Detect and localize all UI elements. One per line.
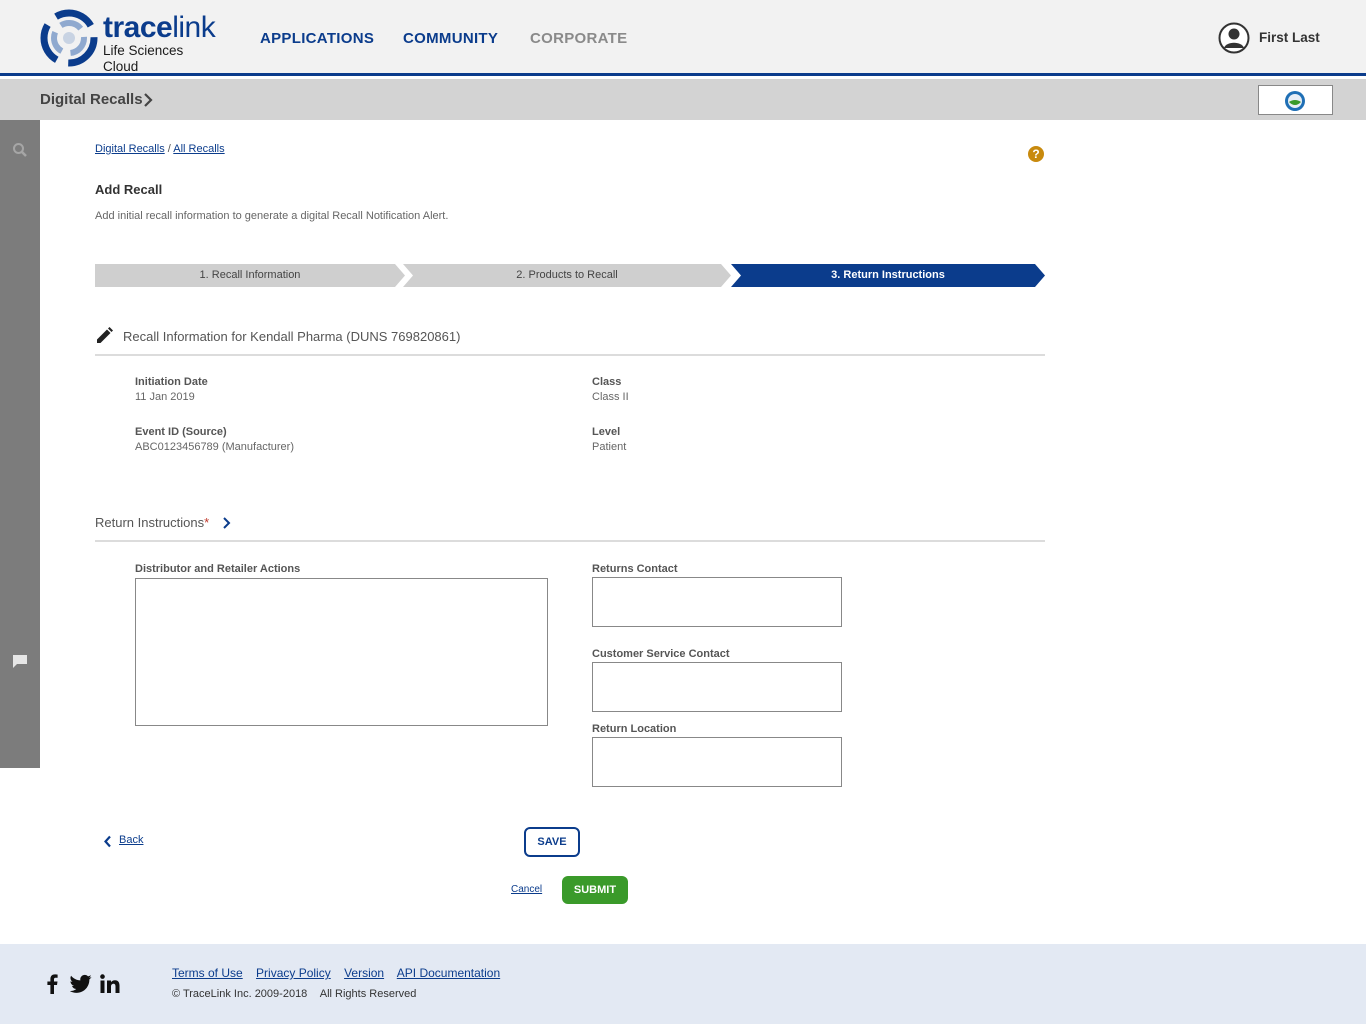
terms-of-use-link[interactable]: Terms of Use <box>172 966 243 980</box>
initiation-date-value: 11 Jan 2019 <box>135 391 195 403</box>
return-location-label: Return Location <box>592 723 677 735</box>
app-title[interactable]: Digital Recalls <box>40 91 143 108</box>
initiation-date-label: Initiation Date <box>135 376 208 388</box>
page-description: Add initial recall information to genera… <box>95 210 449 222</box>
level-value: Patient <box>592 441 627 453</box>
linkedin-icon[interactable] <box>100 974 120 994</box>
event-id-label: Event ID (Source) <box>135 426 227 438</box>
step-products-to-recall[interactable]: 2. Products to Recall <box>403 264 731 287</box>
breadcrumb: Digital Recalls / All Recalls <box>95 143 225 155</box>
customer-service-contact-input[interactable] <box>592 662 842 712</box>
footer: Terms of Use Privacy Policy Version API … <box>0 944 1366 1024</box>
class-label: Class <box>592 376 622 388</box>
section-divider <box>95 540 1045 542</box>
globe-icon <box>1285 91 1305 111</box>
chat-icon[interactable] <box>12 653 28 669</box>
footer-links: Terms of Use Privacy Policy Version API … <box>172 966 510 980</box>
page-title: Add Recall <box>95 182 163 197</box>
step-return-instructions[interactable]: 3. Return Instructions <box>731 264 1045 287</box>
user-name[interactable]: First Last <box>1259 30 1320 45</box>
user-avatar-icon[interactable] <box>1218 22 1250 54</box>
twitter-icon[interactable] <box>70 974 92 994</box>
privacy-policy-link[interactable]: Privacy Policy <box>256 966 331 980</box>
search-icon[interactable] <box>12 142 28 158</box>
breadcrumb-digital-recalls[interactable]: Digital Recalls <box>95 143 165 155</box>
back-link[interactable]: Back <box>119 834 143 846</box>
cancel-link[interactable]: Cancel <box>511 884 542 895</box>
level-label: Level <box>592 426 621 438</box>
top-header: tracelink Life Sciences Cloud APPLICATIO… <box>0 0 1366 76</box>
api-documentation-link[interactable]: API Documentation <box>397 966 500 980</box>
nav-corporate[interactable]: CORPORATE <box>530 30 627 47</box>
submit-button[interactable]: SUBMIT <box>562 876 628 904</box>
step-recall-information[interactable]: 1. Recall Information <box>95 264 405 287</box>
chevron-right-icon[interactable] <box>142 92 154 108</box>
returns-contact-label: Returns Contact <box>592 563 678 575</box>
section-divider <box>95 354 1045 356</box>
logo-brand: tracelink <box>103 11 216 44</box>
event-id-value: ABC0123456789 (Manufacturer) <box>135 441 294 453</box>
returns-contact-input[interactable] <box>592 577 842 627</box>
save-button[interactable]: SAVE <box>524 827 580 857</box>
tracelink-logo-icon <box>40 9 98 67</box>
app-subheader: Digital Recalls <box>0 79 1366 120</box>
tracelink-logo[interactable]: tracelink Life Sciences Cloud <box>40 9 220 74</box>
breadcrumb-separator: / <box>167 143 171 155</box>
app-switcher-widget[interactable] <box>1258 85 1333 115</box>
return-location-input[interactable] <box>592 737 842 787</box>
chevron-left-icon[interactable] <box>103 835 113 848</box>
pencil-icon[interactable] <box>95 327 115 345</box>
return-instructions-title: Return Instructions* <box>95 515 210 530</box>
copyright-text: © TraceLink Inc. 2009-2018 <box>172 988 308 1000</box>
help-icon[interactable]: ? <box>1028 146 1044 162</box>
logo-subtitle: Life Sciences Cloud <box>103 43 184 74</box>
left-rail <box>0 120 40 768</box>
chevron-right-icon[interactable] <box>221 516 231 530</box>
version-link[interactable]: Version <box>344 966 384 980</box>
rights-text: All Rights Reserved <box>319 988 417 1000</box>
recall-info-title: Recall Information for Kendall Pharma (D… <box>123 329 461 344</box>
facebook-icon[interactable] <box>45 974 59 994</box>
copyright: © TraceLink Inc. 2009-2018 All Rights Re… <box>172 988 426 1000</box>
distributor-actions-textarea[interactable] <box>135 578 548 726</box>
class-value: Class II <box>592 391 629 403</box>
required-marker: * <box>204 515 210 530</box>
progress-stepper: 1. Recall Information 2. Products to Rec… <box>95 264 1047 288</box>
breadcrumb-all-recalls[interactable]: All Recalls <box>173 143 224 155</box>
nav-applications[interactable]: APPLICATIONS <box>260 30 374 47</box>
nav-community[interactable]: COMMUNITY <box>403 30 498 47</box>
logo-text: tracelink Life Sciences Cloud <box>103 11 220 75</box>
customer-service-contact-label: Customer Service Contact <box>592 648 730 660</box>
distributor-actions-label: Distributor and Retailer Actions <box>135 563 301 575</box>
